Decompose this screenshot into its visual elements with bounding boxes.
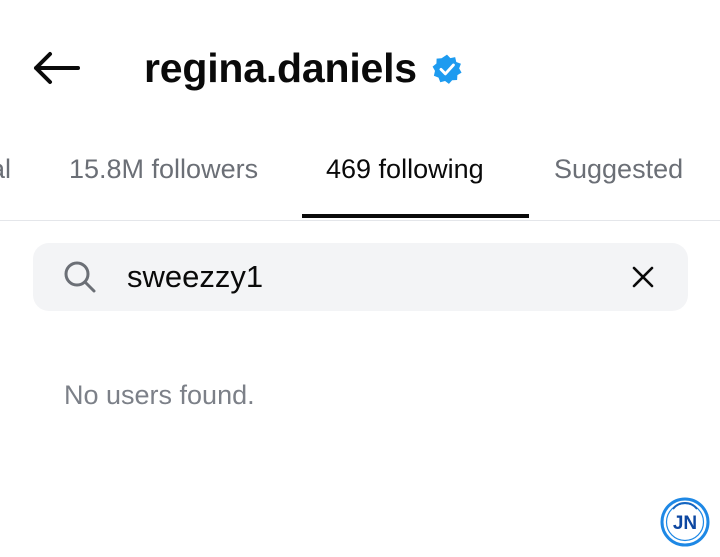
tab-suggested[interactable]: Suggested [554, 154, 683, 185]
profile-header: regina.daniels [0, 0, 720, 130]
search-icon [64, 261, 96, 293]
search-bar [33, 243, 688, 311]
username: regina.daniels [144, 44, 417, 91]
tab-bar: al 15.8M followers 469 following Suggest… [0, 140, 720, 221]
arrow-left-icon [34, 52, 80, 84]
profile-title: regina.daniels [144, 40, 463, 96]
active-tab-indicator [302, 214, 529, 218]
close-icon[interactable] [629, 263, 657, 291]
tab-mutual[interactable]: al [0, 154, 11, 185]
watermark-text: JN [673, 513, 697, 534]
search-input[interactable] [127, 249, 607, 305]
empty-results-message: No users found. [64, 380, 255, 410]
verified-badge-icon [432, 54, 462, 84]
tab-followers[interactable]: 15.8M followers [69, 154, 258, 185]
tab-following[interactable]: 469 following [326, 154, 484, 185]
jn-logo-watermark: JN [660, 497, 710, 547]
back-button[interactable] [28, 46, 84, 90]
